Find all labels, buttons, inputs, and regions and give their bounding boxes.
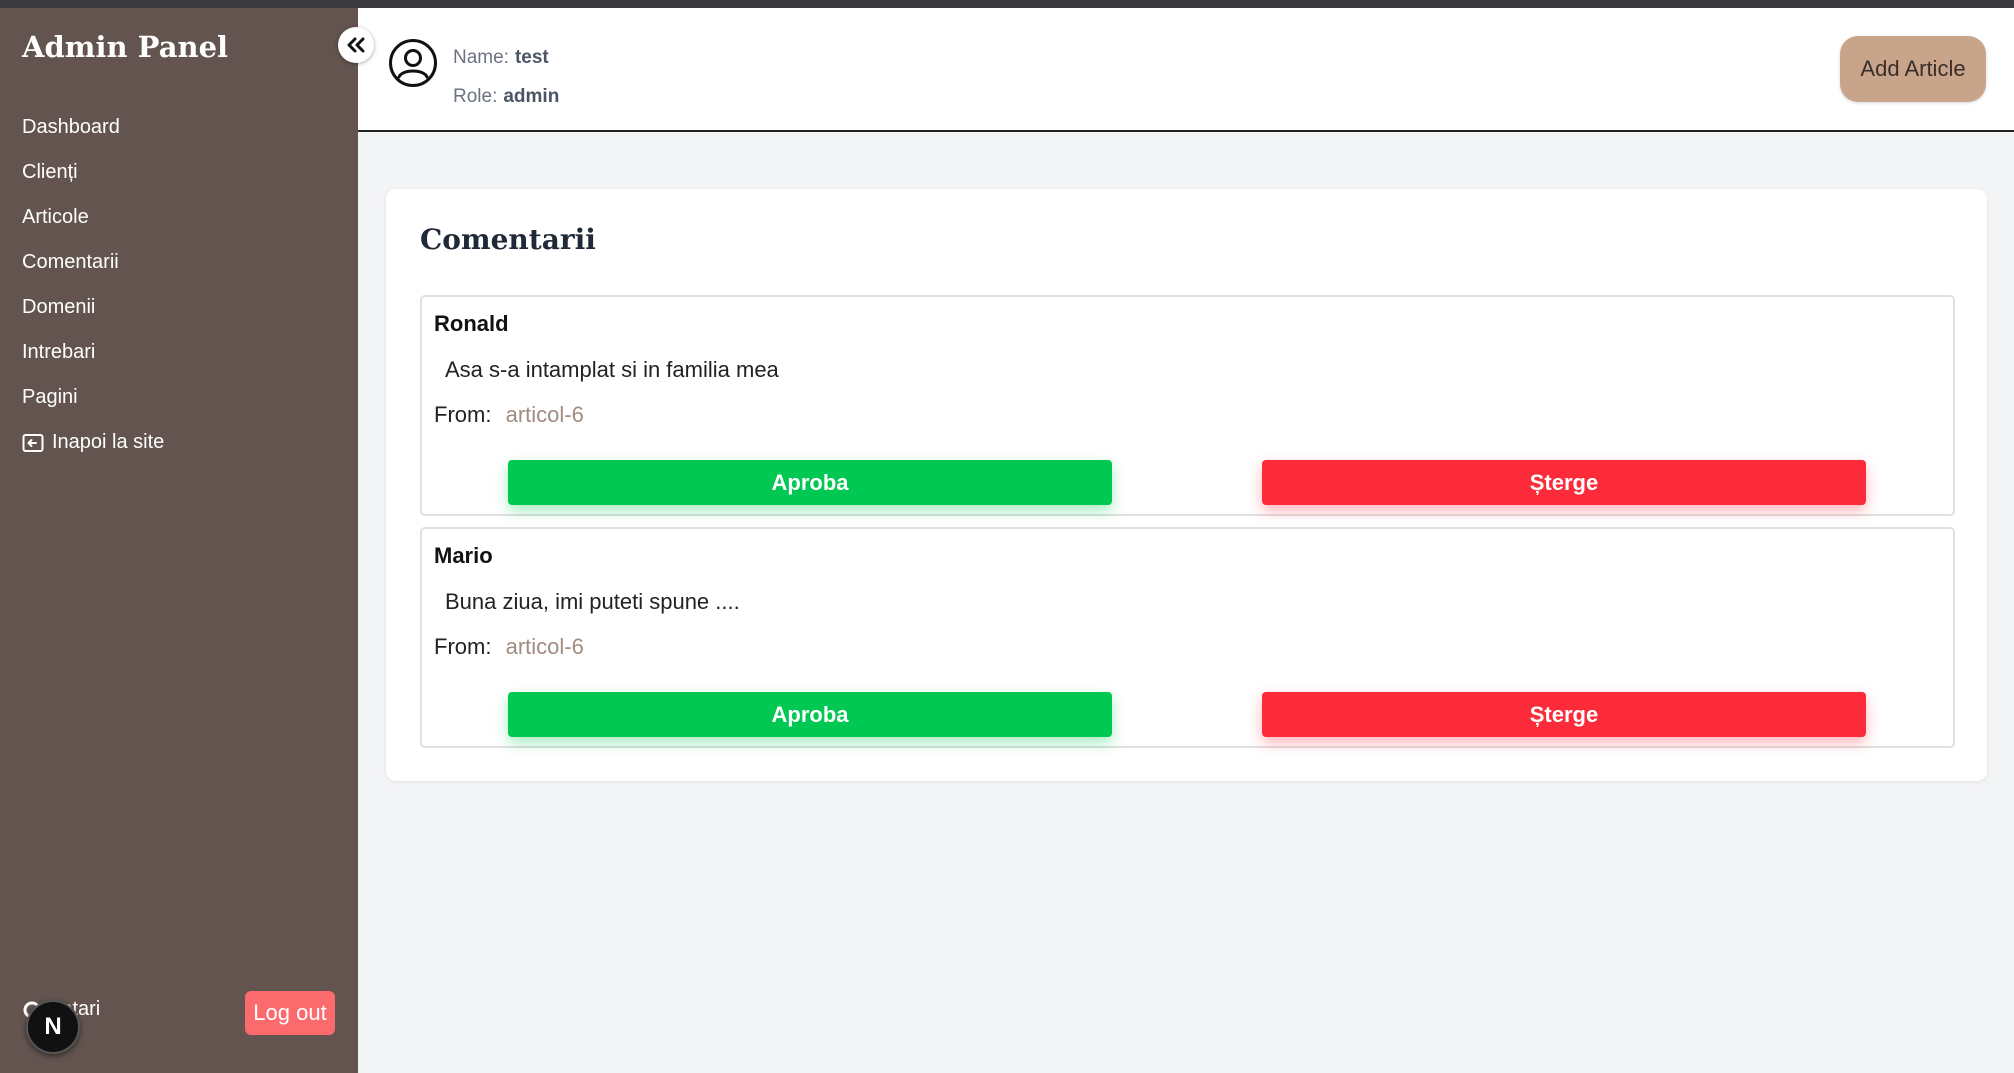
top-strip [0,0,2014,8]
double-chevron-left-icon [345,36,367,54]
sidebar-nav: Dashboard Clienți Articole Comentarii Do… [22,105,164,465]
sidebar-item-label: Comentarii [22,251,119,273]
top-header: Name: test Role: admin Add Article [358,8,2014,132]
page-title: Comentarii [420,223,596,256]
sidebar-item-label: Intrebari [22,341,96,363]
name-label: Name: [453,46,509,68]
sidebar-item-label: Pagini [22,386,78,408]
sidebar-item-clienti[interactable]: Clienți [22,150,164,195]
sidebar-item-comentarii[interactable]: Comentarii [22,240,164,285]
comment-text: Asa s-a intamplat si in familia mea [445,357,779,382]
role-value: admin [503,85,560,107]
sidebar: Admin Panel Dashboard Clienți Articole C… [0,8,358,1073]
delete-button[interactable]: Șterge [1262,460,1866,505]
sidebar-item-label: Dashboard [22,116,120,138]
approve-button[interactable]: Aproba [508,460,1112,505]
name-value: test [514,46,549,68]
sidebar-item-articole[interactable]: Articole [22,195,164,240]
comments-card: Comentarii Ronald Asa s-a intamplat si i… [386,189,1987,781]
comment-item: Mario Buna ziua, imi puteti spune .... F… [420,527,1955,748]
badge-letter: N [44,1013,62,1040]
sidebar-item-label: Inapoi la site [52,431,165,453]
back-to-site-icon [22,433,44,453]
sidebar-item-label: Articole [22,206,89,228]
delete-button[interactable]: Șterge [1262,692,1866,737]
role-label: Role: [453,85,498,107]
comment-text: Buna ziua, imi puteti spune .... [445,589,740,614]
logout-button[interactable]: Log out [245,991,335,1035]
user-role-row: Role: admin [453,77,559,116]
comment-source: From: articol-6 [434,402,584,428]
comment-author: Mario [434,543,493,568]
sidebar-item-intrebari[interactable]: Intrebari [22,330,164,375]
article-link[interactable]: articol-6 [506,634,584,659]
from-label: From: [434,634,492,659]
sidebar-item-label: Domenii [22,296,96,318]
article-link[interactable]: articol-6 [506,402,584,427]
dev-tools-badge[interactable]: N [26,1000,80,1054]
user-avatar-icon [388,38,438,93]
approve-button[interactable]: Aproba [508,692,1112,737]
collapse-sidebar-button[interactable] [338,27,374,63]
comment-author: Ronald [434,311,509,336]
sidebar-item-label: Clienți [22,161,78,183]
user-name-row: Name: test [453,38,559,77]
comment-source: From: articol-6 [434,634,584,660]
sidebar-title: Admin Panel [22,30,229,64]
sidebar-item-dashboard[interactable]: Dashboard [22,105,164,150]
comment-item: Ronald Asa s-a intamplat si in familia m… [420,295,1955,516]
sidebar-item-domenii[interactable]: Domenii [22,285,164,330]
from-label: From: [434,402,492,427]
add-article-button[interactable]: Add Article [1840,36,1986,102]
sidebar-item-pagini[interactable]: Pagini [22,375,164,420]
sidebar-item-inapoi-la-site[interactable]: Inapoi la site [22,420,164,465]
user-info: Name: test Role: admin [453,38,559,116]
